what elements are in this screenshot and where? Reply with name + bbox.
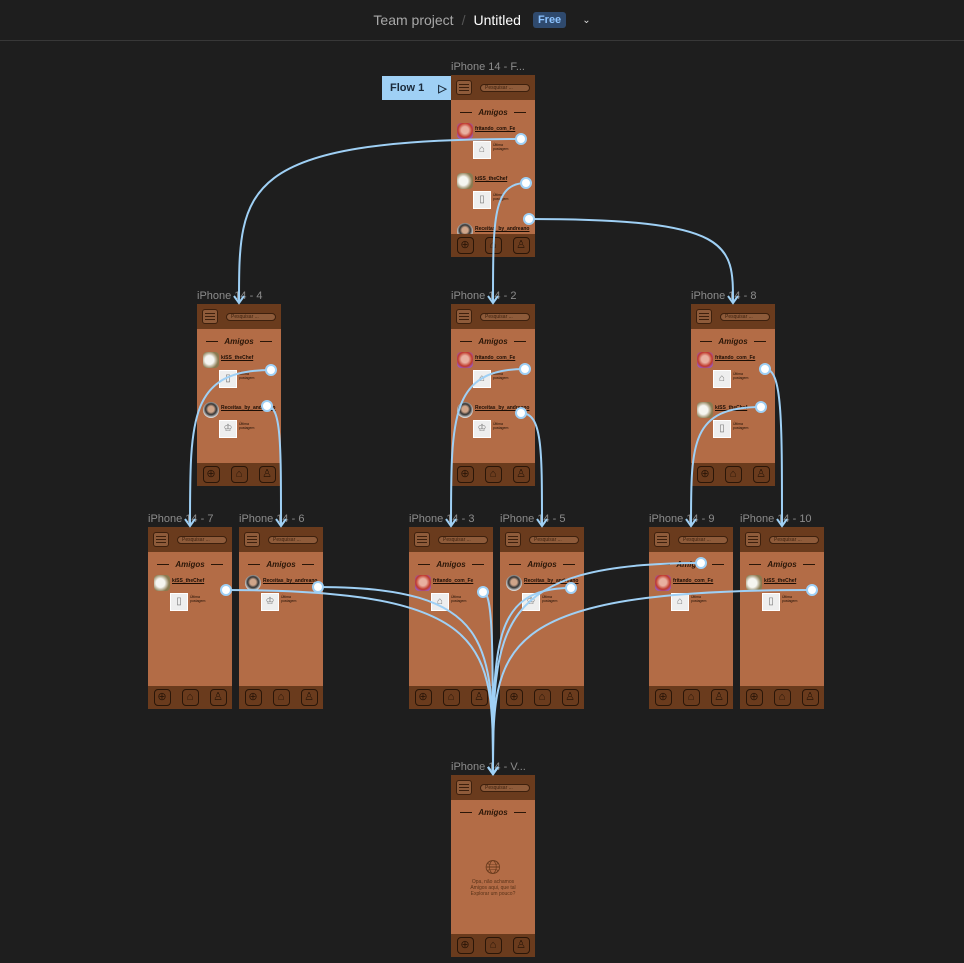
connection-line[interactable]	[492, 587, 572, 774]
connection-line[interactable]	[450, 368, 526, 526]
connection-handle[interactable]	[515, 407, 527, 419]
connection-line[interactable]	[189, 369, 272, 526]
connection-handle[interactable]	[806, 584, 818, 596]
connection-handle[interactable]	[565, 582, 577, 594]
prototype-connections	[184, 133, 818, 776]
connection-line[interactable]	[764, 368, 783, 526]
connection-handle[interactable]	[515, 133, 527, 145]
connection-line[interactable]	[492, 182, 527, 303]
connection-handle[interactable]	[312, 581, 324, 593]
connection-line[interactable]	[520, 412, 543, 526]
connection-handle[interactable]	[695, 557, 707, 569]
connection-line[interactable]	[238, 138, 522, 303]
connection-handle[interactable]	[523, 213, 535, 225]
connection-line[interactable]	[317, 586, 494, 774]
connection-handle[interactable]	[220, 584, 232, 596]
connection-handle[interactable]	[519, 363, 531, 375]
connection-line[interactable]	[225, 589, 494, 774]
connection-handle[interactable]	[755, 401, 767, 413]
connection-line[interactable]	[492, 589, 813, 774]
connection-handle[interactable]	[477, 586, 489, 598]
connection-handle[interactable]	[261, 400, 273, 412]
connection-line[interactable]	[266, 405, 282, 526]
connection-line[interactable]	[690, 406, 762, 526]
connection-handle[interactable]	[759, 363, 771, 375]
connection-handle[interactable]	[265, 364, 277, 376]
connection-line[interactable]	[528, 218, 734, 303]
connection-handle[interactable]	[520, 177, 532, 189]
